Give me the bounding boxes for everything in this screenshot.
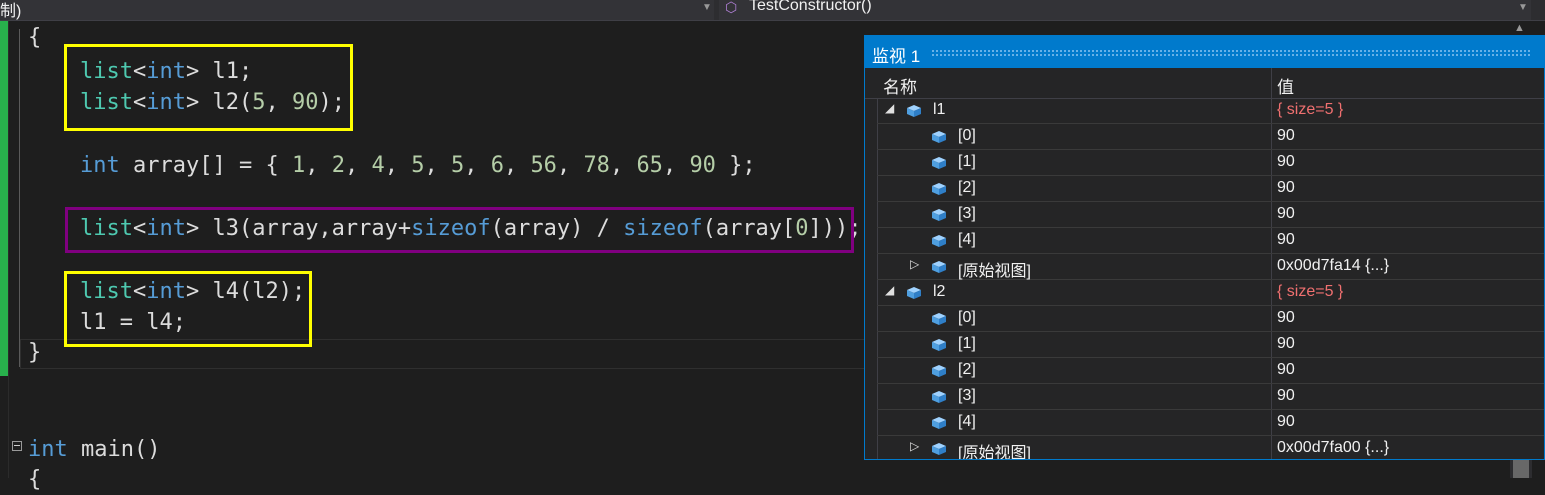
watch-row[interactable]: [4] 90	[877, 410, 1544, 436]
watch-row-name: [0]	[958, 309, 976, 326]
change-indicator-bar	[0, 21, 8, 376]
code-line-open-brace[interactable]: {	[28, 23, 41, 53]
variable-cube-icon	[932, 156, 946, 169]
method-cube-icon: ⬡	[725, 0, 738, 15]
expand-arrow-icon[interactable]: ▷	[910, 439, 919, 453]
variable-cube-icon	[932, 416, 946, 429]
watch-row-value[interactable]: 90	[1277, 413, 1295, 431]
variable-cube-icon	[932, 208, 946, 221]
code-line-close-brace[interactable]: }	[28, 338, 41, 368]
highlight-box-default-constructors	[64, 44, 353, 131]
chevron-down-icon[interactable]: ▼	[702, 2, 712, 13]
watch-row[interactable]: ▷ [原始视图] 0x00d7fa00 {...}	[877, 436, 1544, 460]
watch-row-name: [4]	[958, 413, 976, 430]
watch-row-name: [原始视图]	[958, 445, 1031, 460]
variable-cube-icon	[932, 338, 946, 351]
watch-row-name: [1]	[958, 335, 976, 352]
watch-row[interactable]: ◢ l2 { size=5 }	[877, 280, 1544, 306]
scroll-up-arrow-icon[interactable]: ▲	[1514, 22, 1525, 34]
navigation-bar: 制) ▼ ⬡ TestConstructor() ▼	[0, 0, 1545, 21]
variable-cube-icon	[932, 234, 946, 247]
column-header-value[interactable]: 值	[1277, 73, 1294, 98]
member-dropdown-label: TestConstructor()	[749, 0, 872, 14]
watch-row[interactable]: [2] 90	[877, 176, 1544, 202]
fold-guide-line	[19, 29, 20, 367]
watch-row-name: [3]	[958, 205, 976, 222]
watch-row-value[interactable]: 90	[1277, 387, 1295, 405]
chevron-down-icon[interactable]: ▼	[1518, 2, 1528, 13]
column-header-name[interactable]: 名称	[883, 73, 917, 98]
member-dropdown[interactable]: ⬡ TestConstructor()	[719, 0, 1531, 20]
watch-row[interactable]: ▷ [原始视图] 0x00d7fa14 {...}	[877, 254, 1544, 280]
expand-arrow-icon[interactable]: ▷	[910, 257, 919, 271]
watch-row-name: [2]	[958, 179, 976, 196]
watch-row-value[interactable]: 90	[1277, 231, 1295, 249]
code-line-array[interactable]: int array[] = { 1, 2, 4, 5, 5, 6, 56, 78…	[80, 151, 756, 181]
collapse-arrow-icon[interactable]: ◢	[885, 283, 894, 297]
watch-row[interactable]: [2] 90	[877, 358, 1544, 384]
scope-dropdown[interactable]: 制) ▼	[0, 0, 714, 20]
watch-row-value[interactable]: { size=5 }	[1277, 101, 1343, 119]
watch-row[interactable]: [4] 90	[877, 228, 1544, 254]
collapse-toggle-icon[interactable]	[12, 441, 22, 451]
watch-row[interactable]: [3] 90	[877, 202, 1544, 228]
watch-row-name: [3]	[958, 387, 976, 404]
watch-row[interactable]: [1] 90	[877, 150, 1544, 176]
watch-row-name: [2]	[958, 361, 976, 378]
watch-column-header: 名称 值	[865, 68, 1544, 99]
watch-row-value[interactable]: 90	[1277, 309, 1295, 327]
variable-cube-icon	[932, 260, 946, 273]
watch-row-value[interactable]: 90	[1277, 127, 1295, 145]
watch-row-value[interactable]: 90	[1277, 179, 1295, 197]
code-line-main[interactable]: int main()	[28, 435, 160, 465]
highlight-box-copy-assign	[64, 271, 312, 347]
watch-row-value[interactable]: 0x00d7fa14 {...}	[1277, 257, 1389, 275]
watch-row-name: l1	[933, 101, 946, 118]
watch-row[interactable]: [3] 90	[877, 384, 1544, 410]
variable-cube-icon	[932, 130, 946, 143]
watch-row-name: [0]	[958, 127, 976, 144]
variable-cube-icon	[907, 104, 921, 117]
watch-row-value[interactable]: 90	[1277, 205, 1295, 223]
watch-row-name: [4]	[958, 231, 976, 248]
watch-row-name: [1]	[958, 153, 976, 170]
watch-title: 监视 1	[872, 47, 921, 66]
variable-cube-icon	[907, 286, 921, 299]
watch-window[interactable]: 监视 1 名称 值 ◢ l1{ size=5 } [0] 90 [1] 90 [2] 90 [3…	[864, 35, 1545, 460]
watch-title-bar[interactable]: 监视 1	[865, 36, 1544, 68]
variable-cube-icon	[932, 390, 946, 403]
variable-cube-icon	[932, 364, 946, 377]
variable-cube-icon	[932, 182, 946, 195]
watch-row-value[interactable]: 0x00d7fa00 {...}	[1277, 439, 1389, 457]
watch-row-name: [原始视图]	[958, 263, 1031, 280]
highlight-box-range-constructor	[65, 207, 854, 253]
watch-row[interactable]: ◢ l1 { size=5 }	[877, 98, 1544, 124]
watch-row[interactable]: [0] 90	[877, 124, 1544, 150]
scope-dropdown-label: 制)	[0, 3, 22, 20]
watch-row-value[interactable]: 90	[1277, 153, 1295, 171]
watch-row[interactable]: [1] 90	[877, 332, 1544, 358]
gutter-divider	[8, 21, 9, 478]
variable-cube-icon	[932, 312, 946, 325]
drag-grip[interactable]	[931, 49, 1531, 57]
watch-row[interactable]: [0] 90	[877, 306, 1544, 332]
variable-cube-icon	[932, 442, 946, 455]
watch-row-value[interactable]: 90	[1277, 361, 1295, 379]
collapse-arrow-icon[interactable]: ◢	[885, 101, 894, 115]
watch-row-name: l2	[933, 283, 946, 300]
code-line-main-brace[interactable]: {	[28, 465, 41, 495]
watch-row-value[interactable]: { size=5 }	[1277, 283, 1343, 301]
watch-row-value[interactable]: 90	[1277, 335, 1295, 353]
